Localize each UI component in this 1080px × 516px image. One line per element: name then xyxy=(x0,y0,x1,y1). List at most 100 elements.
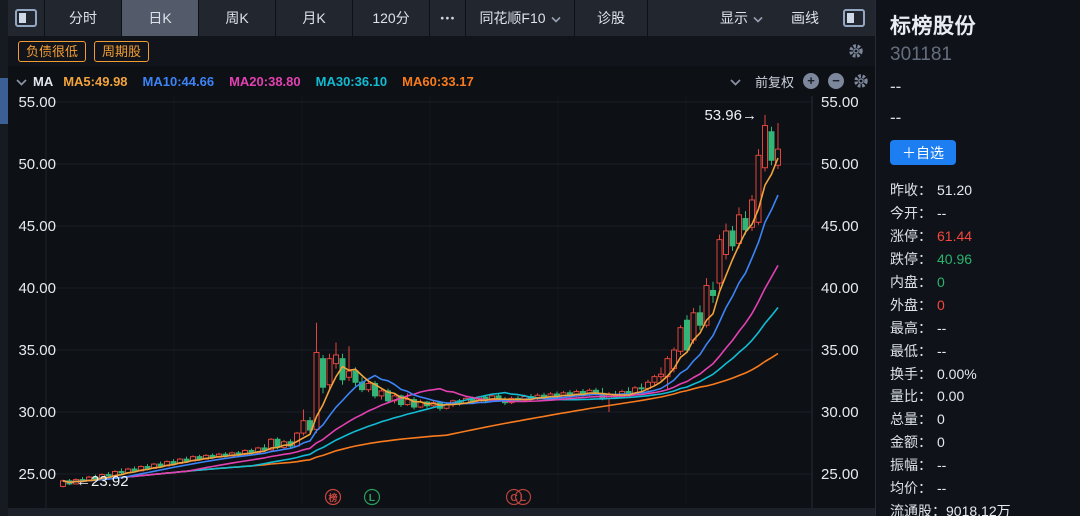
candlestick-chart[interactable]: 55.0055.0050.0050.0045.0045.0040.0040.00… xyxy=(0,96,875,508)
stat-amplitude: 振幅：-- xyxy=(890,454,1072,477)
stat-amplitude-value: -- xyxy=(937,457,946,473)
stat-avg-price-value: -- xyxy=(937,480,946,496)
stat-volume-ratio-value: 0.00 xyxy=(937,388,964,404)
quote-side-panel: 标榜股份 301181 -- -- ＋自选 昨收：51.20今开：--涨停：61… xyxy=(875,0,1080,516)
diagnose-label: 诊股 xyxy=(597,8,625,28)
bottom-pane-divider[interactable] xyxy=(0,508,875,516)
tab-week-k[interactable]: 周K xyxy=(199,0,276,36)
ma10-value-label: MA10:44.66 xyxy=(143,74,215,89)
stat-high-value: -- xyxy=(937,320,946,336)
stat-float-shares-value: 9018.12万 xyxy=(946,501,1011,516)
stat-amount-label: 金额： xyxy=(890,432,937,452)
y-axis-tick-right: 25.00 xyxy=(821,466,859,483)
plus-icon: + xyxy=(807,73,815,88)
stat-open: 今开：-- xyxy=(890,202,1072,225)
tag-settings-button[interactable] xyxy=(848,43,864,64)
y-axis-tick-left: 35.00 xyxy=(18,342,56,359)
ma10-line xyxy=(63,195,778,482)
ma30-value-label: MA30:36.10 xyxy=(316,74,388,89)
ma5-value-label: MA5:49.98 xyxy=(63,74,127,89)
more-periods-button[interactable]: ●●● xyxy=(430,0,466,36)
f10-menu-button[interactable]: 同花顺F10 xyxy=(466,0,575,36)
stat-avg-price-label: 均价： xyxy=(890,478,937,498)
stat-avg-price: 均价：-- xyxy=(890,477,1072,500)
ma20-value-label: MA20:38.80 xyxy=(229,74,301,89)
stat-inner-volume: 内盘：0 xyxy=(890,271,1072,294)
y-axis-tick-left: 30.00 xyxy=(18,404,56,421)
stat-total-volume: 总量：0 xyxy=(890,408,1072,431)
tag-low-debt[interactable]: 负债很低 xyxy=(18,41,86,62)
tab-time-share[interactable]: 分时 xyxy=(45,0,122,36)
chart-settings-button[interactable] xyxy=(853,73,869,92)
f10-label: 同花顺F10 xyxy=(479,8,545,28)
y-axis-tick-left: 45.00 xyxy=(18,218,56,235)
stat-turnover: 换手：0.00% xyxy=(890,362,1072,385)
stat-prev-close-value: 51.20 xyxy=(937,182,972,198)
layout-toggle-icon xyxy=(15,9,37,27)
stock-tag-row: 负债很低 周期股 xyxy=(8,36,875,66)
y-axis-tick-left: 55.00 xyxy=(18,96,56,111)
sidebar-scroll-indicator xyxy=(0,78,8,124)
chevron-down-icon[interactable] xyxy=(730,74,741,89)
y-axis-tick-left: 50.00 xyxy=(18,156,56,173)
y-axis-tick-right: 40.00 xyxy=(821,280,859,297)
tag-cyclical-stock[interactable]: 周期股 xyxy=(94,41,149,62)
y-axis-tick-right: 50.00 xyxy=(821,156,859,173)
y-axis-tick-right: 35.00 xyxy=(821,342,859,359)
stat-turnover-label: 换手： xyxy=(890,364,937,384)
zoom-in-button[interactable]: + xyxy=(803,73,819,89)
stat-high-label: 最高： xyxy=(890,318,937,338)
stat-total-volume-value: 0 xyxy=(937,411,945,427)
y-axis-tick-right: 30.00 xyxy=(821,404,859,421)
diagnose-button[interactable]: 诊股 xyxy=(575,0,648,36)
add-watchlist-button[interactable]: ＋自选 xyxy=(890,140,956,165)
stat-inner-volume-value: 0 xyxy=(937,274,945,290)
tab-120-min[interactable]: 120分 xyxy=(353,0,430,36)
stat-high: 最高：-- xyxy=(890,316,1072,339)
event-marker[interactable]: 榜 xyxy=(328,492,337,503)
tab-day-k[interactable]: 日K xyxy=(122,0,199,36)
stock-name: 标榜股份 xyxy=(890,10,1072,40)
gear-icon xyxy=(848,43,864,59)
ma5-line xyxy=(63,158,778,482)
stat-amount: 金额：0 xyxy=(890,431,1072,454)
adjust-mode-label[interactable]: 前复权 xyxy=(755,72,794,91)
right-panel-toggle-button[interactable] xyxy=(833,0,875,36)
zoom-out-button[interactable]: − xyxy=(828,73,844,89)
chevron-down-icon[interactable] xyxy=(16,74,27,89)
period-toolbar: 分时日K周K月K120分 ●●● 同花顺F10 诊股 显示 画线 xyxy=(8,0,875,36)
ma60-value-label: MA60:33.17 xyxy=(402,74,474,89)
high-price-annotation: 53.96→ xyxy=(704,107,757,124)
ma-values: MA5:49.98 MA10:44.66 MA20:38.80 MA30:36.10 M… xyxy=(63,74,489,89)
stat-open-value: -- xyxy=(937,205,946,221)
event-marker[interactable]: L xyxy=(520,492,527,504)
stat-limit-down-label: 跌停： xyxy=(890,249,937,269)
ma-group-label[interactable]: MA xyxy=(33,74,53,89)
stat-inner-volume-label: 内盘： xyxy=(890,272,937,292)
layout-toggle-button[interactable] xyxy=(8,0,45,36)
stat-limit-up-label: 涨停： xyxy=(890,226,937,246)
stat-float-shares-label: 流通股： xyxy=(890,501,946,516)
stock-app-window: 分时日K周K月K120分 ●●● 同花顺F10 诊股 显示 画线 负债很低 周期… xyxy=(0,0,1080,516)
ma20-line xyxy=(63,265,778,482)
stat-outer-volume-value: 0 xyxy=(937,297,945,313)
quote-stats-list: 昨收：51.20今开：--涨停：61.44跌停：40.96内盘：0外盘：0最高：… xyxy=(890,179,1072,516)
y-axis-tick-right: 45.00 xyxy=(821,218,859,235)
stat-outer-volume: 外盘：0 xyxy=(890,293,1072,316)
left-collapsed-sidebar[interactable] xyxy=(0,0,8,516)
stat-limit-down-value: 40.96 xyxy=(937,251,972,267)
draw-line-label: 画线 xyxy=(791,8,819,28)
stat-prev-close: 昨收：51.20 xyxy=(890,179,1072,202)
draw-line-button[interactable]: 画线 xyxy=(777,0,833,36)
stat-limit-up-value: 61.44 xyxy=(937,228,972,244)
event-marker[interactable]: L xyxy=(369,492,376,504)
display-menu-button[interactable]: 显示 xyxy=(706,0,777,36)
stat-low-value: -- xyxy=(937,343,946,359)
stat-prev-close-label: 昨收： xyxy=(890,180,937,200)
stat-outer-volume-label: 外盘： xyxy=(890,295,937,315)
tab-month-k[interactable]: 月K xyxy=(276,0,353,36)
period-tabs: 分时日K周K月K120分 xyxy=(45,0,430,36)
stat-turnover-value: 0.00% xyxy=(937,366,977,382)
y-axis-tick-left: 25.00 xyxy=(18,466,56,483)
stat-limit-down: 跌停：40.96 xyxy=(890,248,1072,271)
